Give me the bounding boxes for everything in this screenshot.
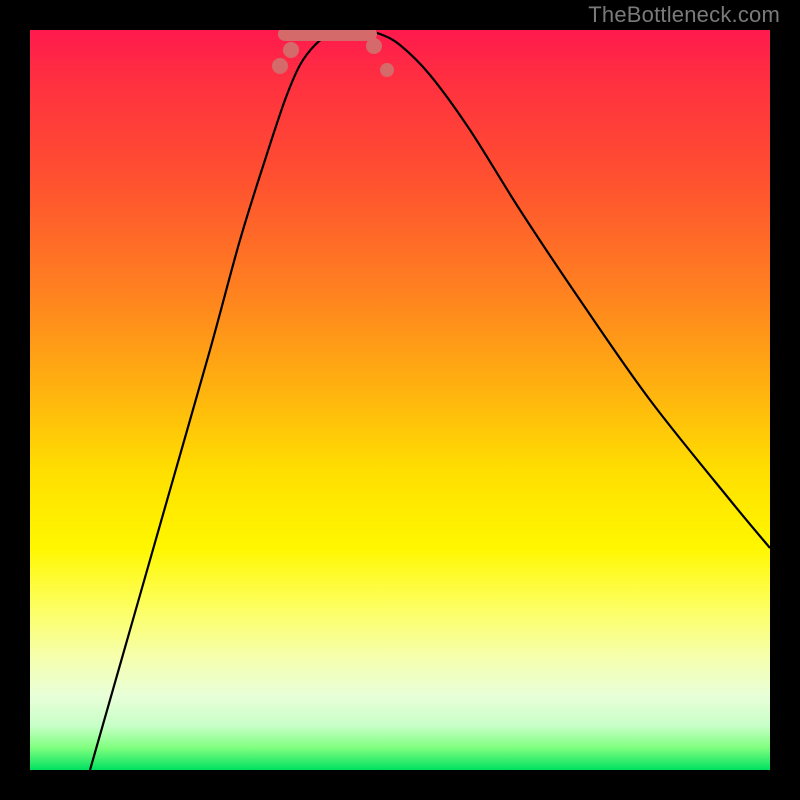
chart-frame: TheBottleneck.com (0, 0, 800, 800)
valley-point-3 (366, 38, 382, 54)
valley-point-1 (272, 58, 288, 74)
chart-plot-area (30, 30, 770, 770)
watermark-text: TheBottleneck.com (588, 2, 780, 28)
bottleneck-curve (90, 30, 770, 770)
chart-svg (30, 30, 770, 770)
valley-point-4 (380, 63, 394, 77)
valley-markers (272, 34, 394, 77)
valley-point-2 (283, 42, 299, 58)
